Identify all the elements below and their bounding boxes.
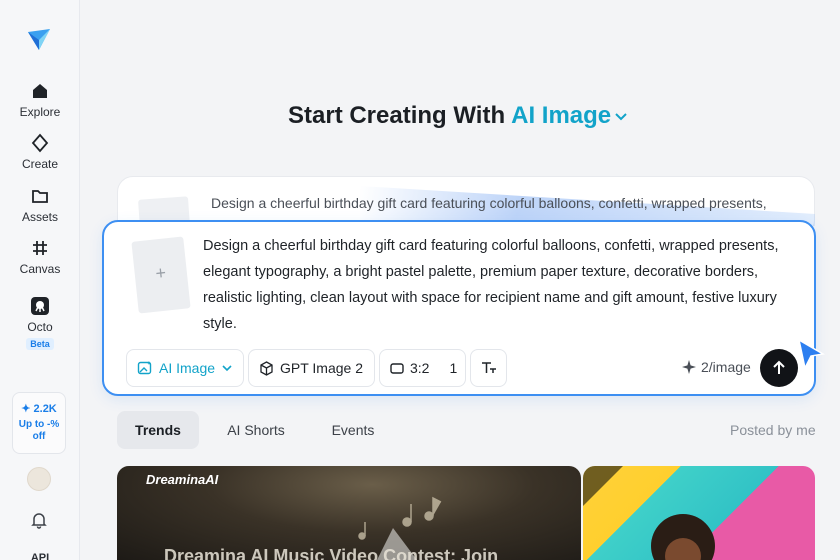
octo-icon: [31, 297, 49, 315]
sidebar: Explore Create Assets Canvas Octo Beta ✦…: [0, 0, 80, 560]
model-select-label: GPT Image 2: [280, 360, 364, 376]
cost-label: 2/image: [701, 359, 751, 375]
home-icon: [33, 84, 47, 98]
sparkle-icon: ✦: [21, 403, 31, 415]
mode-dropdown-label: AI Image: [511, 102, 612, 129]
image-sparkle-icon: [137, 361, 152, 375]
sidebar-item-create[interactable]: Create: [0, 133, 80, 171]
bell-icon[interactable]: [30, 511, 48, 529]
sidebar-item-assets[interactable]: Assets: [0, 186, 80, 224]
credit-count: ✦ 2.2K: [13, 402, 65, 415]
sparkle-icon: [682, 360, 696, 374]
sidebar-item-canvas[interactable]: Canvas: [0, 238, 80, 276]
arrow-up-icon: [773, 360, 785, 374]
api-link[interactable]: API: [0, 552, 80, 560]
sidebar-item-label: Create: [21, 157, 59, 171]
image-count-label: 1: [449, 360, 458, 376]
hashtag-canvas-icon: [33, 241, 47, 255]
ratio-count-button[interactable]: 3:2 1: [379, 349, 466, 387]
sparkle-diamond-icon: [31, 133, 49, 153]
cost-indicator: 2/image: [682, 359, 751, 375]
cube-icon: [260, 360, 273, 376]
avatar[interactable]: [27, 467, 51, 491]
mode-dropdown[interactable]: AI Image: [511, 102, 627, 129]
sidebar-item-label: Assets: [21, 210, 58, 224]
credits-promo-box[interactable]: ✦ 2.2K Up to -% off: [12, 392, 66, 454]
posted-by-me-filter[interactable]: Posted by me: [730, 422, 816, 438]
gallery-brand-logo: DreaminaAI: [146, 472, 219, 487]
reference-image-upload[interactable]: +: [131, 236, 191, 314]
beta-badge: Beta: [26, 338, 54, 350]
gallery-card-caption: Dreamina AI Music Video Contest: Join: [164, 546, 499, 560]
mode-select-button[interactable]: AI Image: [126, 349, 244, 387]
model-select-button[interactable]: GPT Image 2: [248, 349, 375, 387]
tab-ai-shorts[interactable]: AI Shorts: [217, 411, 295, 449]
sidebar-item-explore[interactable]: Explore: [0, 81, 80, 119]
previous-prompt-text: Design a cheerful birthday gift card fea…: [211, 195, 767, 211]
sidebar-item-label: Explore: [19, 105, 61, 119]
generate-button[interactable]: [760, 349, 798, 387]
aspect-ratio-icon: [390, 362, 404, 374]
sidebar-item-label: Canvas: [19, 262, 61, 276]
cursor-pointer-icon: [797, 338, 825, 370]
app-logo-icon[interactable]: [26, 26, 52, 52]
ratio-label: 3:2: [410, 360, 430, 376]
text-format-icon: [482, 362, 496, 373]
credit-count-value: 2.2K: [33, 403, 57, 415]
plus-icon: +: [154, 262, 168, 284]
page-title-prefix: Start Creating With: [288, 102, 506, 129]
character-portrait-image: [583, 466, 715, 560]
page-title: Start Creating With AI Image: [288, 102, 627, 130]
folder-icon: [32, 190, 48, 203]
prompt-input[interactable]: Design a cheerful birthday gift card fea…: [203, 233, 803, 337]
chevron-down-icon: [222, 364, 232, 371]
text-style-button[interactable]: [470, 349, 507, 387]
gallery-card-portrait[interactable]: [583, 466, 815, 560]
tab-events[interactable]: Events: [322, 411, 384, 449]
chevron-down-icon: [615, 112, 627, 121]
sidebar-item-octo[interactable]: Octo Beta: [0, 296, 80, 352]
mode-select-label: AI Image: [159, 360, 216, 376]
tab-trends[interactable]: Trends: [117, 411, 199, 449]
sidebar-item-label: Octo: [27, 320, 53, 334]
promo-text: Up to -% off: [18, 419, 60, 442]
